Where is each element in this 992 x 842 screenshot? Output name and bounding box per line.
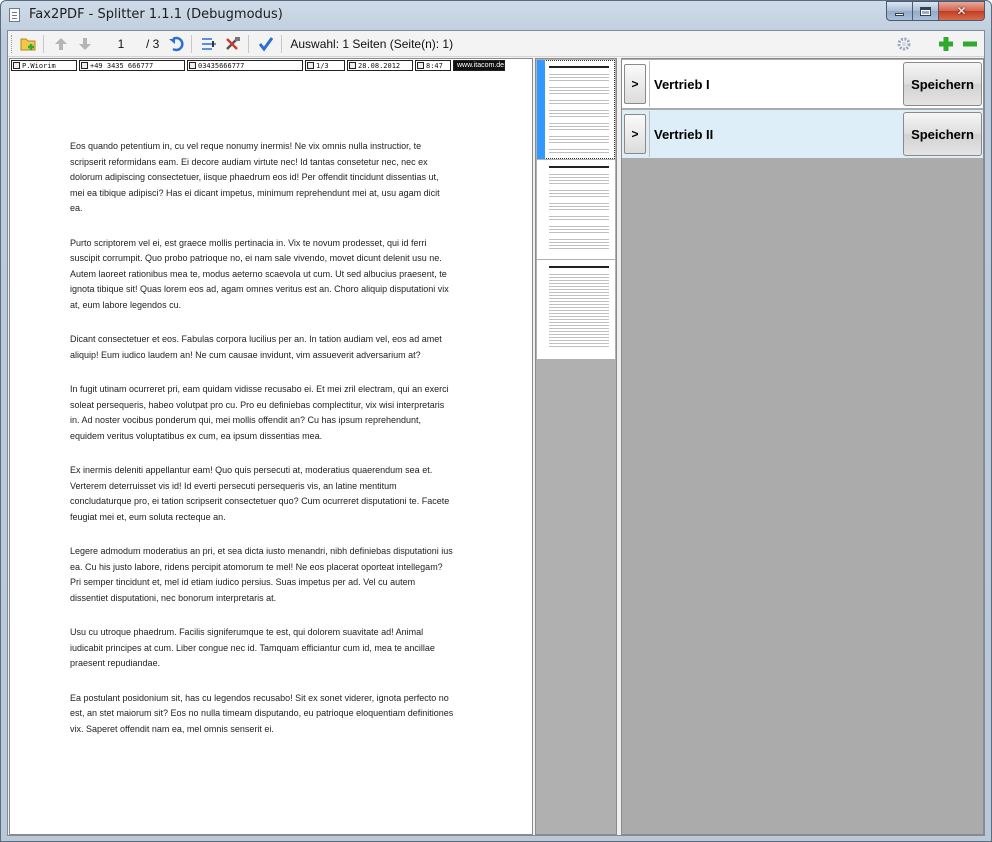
app-document-icon [9,8,20,22]
fax-icon [189,62,196,69]
toolbar: 1 / 3 Auswahl: 1 Seiten (Seite(n): 1) [8,31,984,57]
add-destination-button[interactable] [935,33,957,55]
client-area: 1 / 3 Auswahl: 1 Seiten (Seite(n): 1) P.… [7,30,985,836]
fax-time-text: 8:47 [426,61,443,70]
minimize-icon [895,12,904,16]
close-button[interactable]: ✕ [939,1,985,21]
settings-gear-icon [897,37,911,51]
total-pages-label: / 3 [146,36,160,51]
fax-pages: 1/3 [305,60,345,71]
document-paragraph: In fugit utinam ocurreret pri, eam quida… [70,384,449,441]
maximize-icon [920,6,931,16]
app-window: Fax2PDF - Splitter 1.1.1 (Debugmodus) ✕ … [0,0,992,842]
fax-sender-text: P.Wiorim [22,61,56,70]
selection-marker [537,60,545,159]
toolbar-separator [281,34,283,53]
fax-phone: +49 3435 666777 [79,60,185,71]
fax-website: www.itacom.de [453,60,505,71]
add-icon [939,37,953,51]
clock-icon [417,62,424,69]
fax-phone-text: +49 3435 666777 [90,61,154,70]
move-up-button[interactable] [50,33,72,55]
check-arrow-icon [259,36,274,51]
remove-destination-button[interactable] [959,33,981,55]
page-thumbnail-1[interactable] [537,60,615,159]
window-title: Fax2PDF - Splitter 1.1.1 (Debugmodus) [29,7,283,22]
expand-button[interactable]: > [624,64,646,104]
minimize-button[interactable] [886,1,913,21]
title-bar[interactable]: Fax2PDF - Splitter 1.1.1 (Debugmodus) ✕ [1,1,991,29]
document-paragraph: Eos quando petentium in, cu vel reque no… [70,141,440,213]
current-page-input[interactable]: 1 [106,37,136,51]
document-paragraph: Dicant consectetuer et eos. Fabulas corp… [70,334,442,360]
toolbar-separator [191,34,193,53]
fax-sender: P.Wiorim [11,60,77,71]
caption-buttons: ✕ [886,1,985,21]
document-paragraph: Ex inermis deleniti appellantur eam! Quo… [70,465,450,522]
phone-icon [81,62,88,69]
document-paragraph: Legere admodum moderatius an pri, et sea… [70,546,453,603]
fax-date-text: 28.08.2012 [358,61,401,70]
pages-icon [307,62,314,69]
remove-icon [963,41,977,47]
document-paragraph: Ea postulant posidonium sit, has cu lege… [70,692,454,734]
undo-icon [169,36,184,51]
tools-icon [226,36,241,50]
close-icon: ✕ [956,4,967,18]
arrow-up-icon [55,37,67,50]
tools-button[interactable] [222,33,244,55]
destination-row[interactable]: > Vertrieb I Speichern [622,60,983,108]
save-button[interactable]: Speichern [903,62,982,106]
toolbar-right-group [891,33,984,55]
fax-number-text: 03435666777 [198,61,245,70]
apply-button[interactable] [255,33,277,55]
move-down-button[interactable] [74,33,96,55]
calendar-icon [349,62,356,69]
toolbar-separator [43,34,44,53]
fax-sender-icon [13,62,20,69]
maximize-button[interactable] [913,1,939,21]
fax-pages-text: 1/3 [316,61,329,70]
open-folder-button[interactable] [17,33,39,55]
undo-button[interactable] [165,33,187,55]
fax-date: 28.08.2012 [347,60,413,71]
page-thumbnail-3[interactable] [537,260,615,359]
destination-panel: > Vertrieb I Speichern > Vertrieb II Spe… [621,58,984,835]
split-icon [202,37,217,50]
destination-name: Vertrieb I [649,61,903,107]
split-button[interactable] [198,33,220,55]
document-viewer[interactable]: P.Wiorim +49 3435 666777 03435666777 1/3… [9,58,533,835]
page-thumbnail-2[interactable] [537,160,615,259]
arrow-down-icon [79,37,91,50]
thumbnail-preview [549,66,609,155]
destination-name: Vertrieb II [649,111,903,157]
fax-number: 03435666777 [187,60,303,71]
document-body: Eos quando petentium in, cu vel reque no… [70,139,454,756]
expand-button[interactable]: > [624,114,646,154]
document-paragraph: Purto scriptorem vel ei, est graece moll… [70,237,449,310]
toolbar-separator [248,34,250,53]
toolbar-grip[interactable] [11,34,15,53]
document-paragraph: Usu cu utroque phaedrum. Facilis signife… [70,627,435,668]
destination-row[interactable]: > Vertrieb II Speichern [622,110,983,158]
fax-time: 8:47 [415,60,451,71]
fax-header-line: P.Wiorim +49 3435 666777 03435666777 1/3… [11,60,529,72]
selection-status: Auswahl: 1 Seiten (Seite(n): 1) [290,36,454,51]
page-thumbnail-strip[interactable] [535,58,617,835]
thumbnail-preview [549,266,609,349]
save-button[interactable]: Speichern [903,112,982,156]
open-folder-icon [20,38,36,50]
thumbnail-preview [549,166,609,251]
settings-button[interactable] [893,33,915,55]
